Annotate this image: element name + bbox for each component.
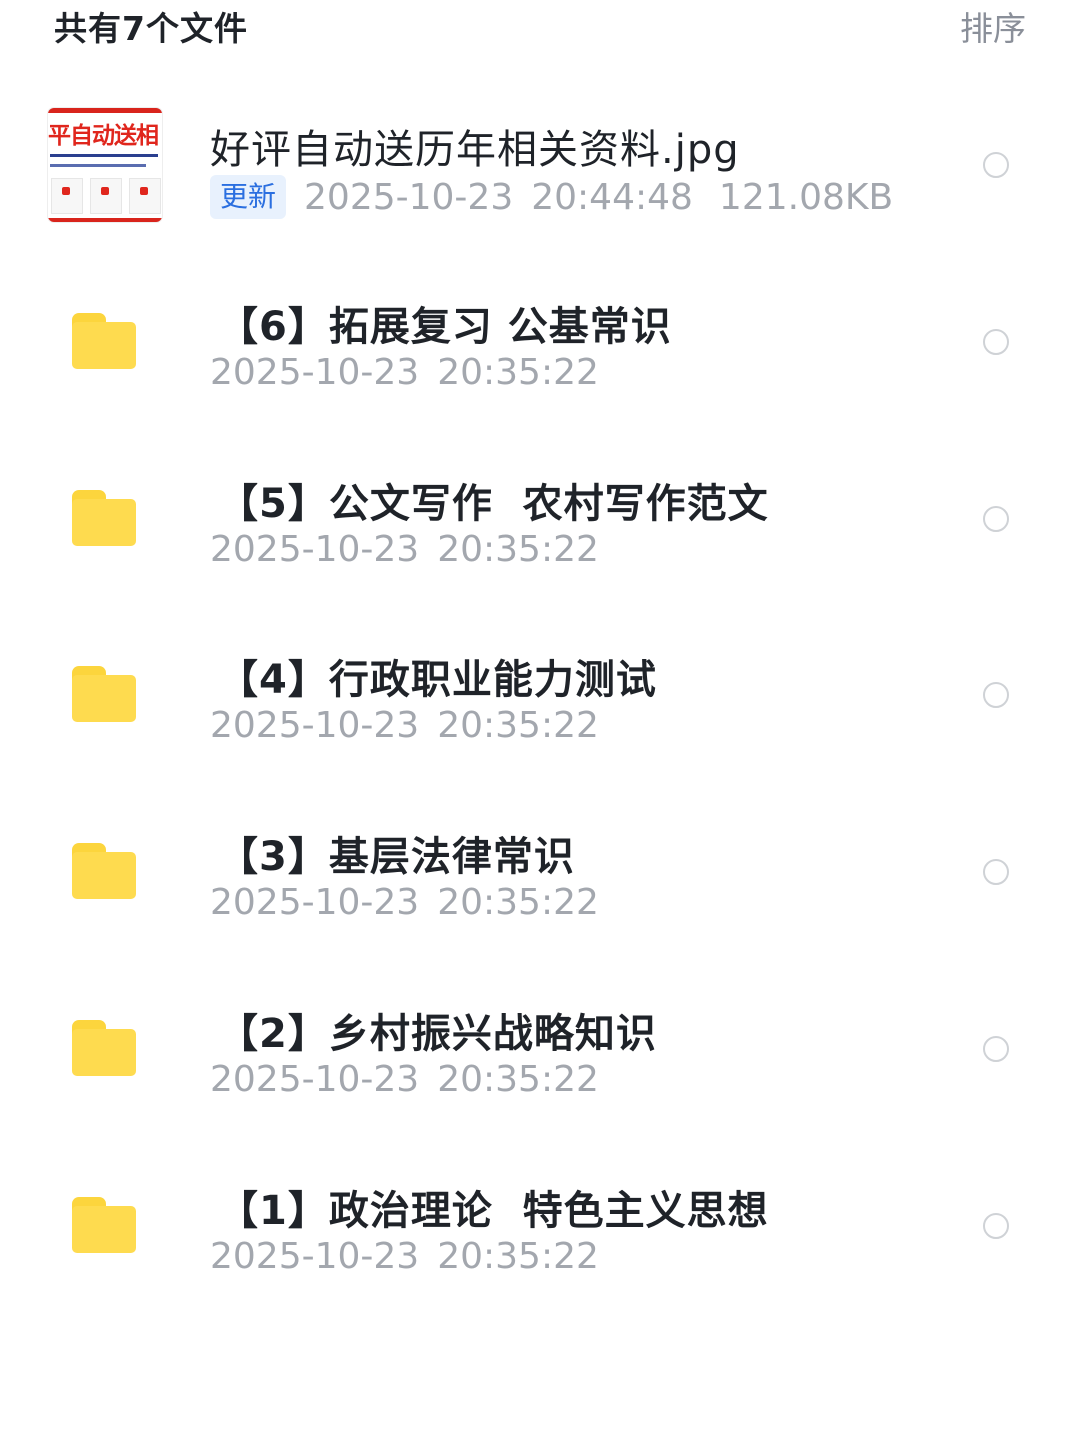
list-item-folder[interactable]: 【4】行政职业能力测试 2025-10-23 20:35:22 <box>0 607 1080 784</box>
list-item-folder[interactable]: 【2】乡村振兴战略知识 2025-10-23 20:35:22 <box>0 961 1080 1138</box>
sort-button[interactable]: 排序 <box>960 2 1026 50</box>
folder-time: 20:35:22 <box>437 351 599 393</box>
select-checkbox[interactable] <box>983 859 1009 886</box>
update-badge: 更新 <box>210 175 287 219</box>
folder-meta: 2025-10-23 20:35:22 <box>210 705 625 746</box>
file-name: 好评自动送历年相关资料.jpg <box>210 127 740 173</box>
thumbnail-decoration <box>51 178 83 214</box>
select-checkbox[interactable] <box>983 1212 1009 1239</box>
folder-date: 2025-10-23 <box>210 882 420 924</box>
folder-icon <box>72 666 136 723</box>
folder-meta: 2025-10-23 20:35:22 <box>210 1236 625 1277</box>
thumbnail-text: 平自动送相 <box>48 123 159 149</box>
folder-meta: 2025-10-23 20:35:22 <box>210 1059 625 1100</box>
folder-name: 【2】乡村振兴战略知识 <box>218 1010 657 1057</box>
folder-time: 20:35:22 <box>437 882 599 924</box>
folder-icon <box>72 1196 136 1253</box>
folder-meta: 2025-10-23 20:35:22 <box>210 882 625 923</box>
folder-icon <box>72 843 136 900</box>
thumbnail-decoration <box>48 218 162 222</box>
folder-icon <box>72 489 136 546</box>
folder-name: 【3】基层法律常识 <box>218 834 575 881</box>
folder-name: 【1】政治理论 特色主义思想 <box>218 1187 769 1234</box>
file-count-label: 共有7个文件 <box>54 9 248 48</box>
folder-meta: 2025-10-23 20:35:22 <box>210 529 625 570</box>
select-checkbox[interactable] <box>983 1035 1009 1062</box>
list-item-folder[interactable]: 【1】政治理论 特色主义思想 2025-10-23 20:35:22 <box>0 1138 1080 1315</box>
thumbnail-decoration <box>50 164 146 167</box>
select-checkbox[interactable] <box>983 152 1009 178</box>
folder-date: 2025-10-23 <box>210 528 420 570</box>
folder-icon <box>72 1019 136 1076</box>
list-item-folder[interactable]: 【3】基层法律常识 2025-10-23 20:35:22 <box>0 784 1080 961</box>
thumbnail-decoration <box>50 154 158 157</box>
file-date: 2025-10-23 <box>304 176 514 218</box>
file-size: 121.08KB <box>718 176 894 218</box>
file-time: 20:44:48 <box>531 176 693 218</box>
folder-name: 【5】公文写作 农村写作范文 <box>218 480 769 527</box>
folder-time: 20:35:22 <box>437 1058 599 1100</box>
list-item-folder[interactable]: 【6】拓展复习 公基常识 2025-10-23 20:35:22 <box>0 254 1080 431</box>
thumbnail-decoration <box>48 108 162 113</box>
folder-time: 20:35:22 <box>437 705 599 747</box>
list-item-file[interactable]: 平自动送相 好评自动送历年相关资料.jpg 更新 2025-10-23 20:4… <box>0 77 1080 254</box>
image-thumbnail: 平自动送相 <box>48 108 162 222</box>
thumbnail-decoration <box>129 178 161 214</box>
folder-date: 2025-10-23 <box>210 1235 420 1277</box>
folder-name: 【4】行政职业能力测试 <box>218 657 657 704</box>
folder-date: 2025-10-23 <box>210 1058 420 1100</box>
folder-date: 2025-10-23 <box>210 705 420 747</box>
folder-date: 2025-10-23 <box>210 351 420 393</box>
folder-time: 20:35:22 <box>437 528 599 570</box>
file-list: 平自动送相 好评自动送历年相关资料.jpg 更新 2025-10-23 20:4… <box>0 77 1080 1315</box>
folder-time: 20:35:22 <box>437 1235 599 1277</box>
select-checkbox[interactable] <box>983 682 1009 709</box>
select-checkbox[interactable] <box>983 328 1009 355</box>
thumbnail-decoration <box>90 178 122 214</box>
select-checkbox[interactable] <box>983 505 1009 532</box>
header-bar: 共有7个文件 排序 <box>0 0 1080 60</box>
list-item-folder[interactable]: 【5】公文写作 农村写作范文 2025-10-23 20:35:22 <box>0 431 1080 608</box>
folder-icon <box>72 312 136 369</box>
folder-meta: 2025-10-23 20:35:22 <box>210 352 625 393</box>
folder-name: 【6】拓展复习 公基常识 <box>218 303 672 350</box>
file-meta: 更新 2025-10-23 20:44:48 121.08KB <box>210 175 893 219</box>
